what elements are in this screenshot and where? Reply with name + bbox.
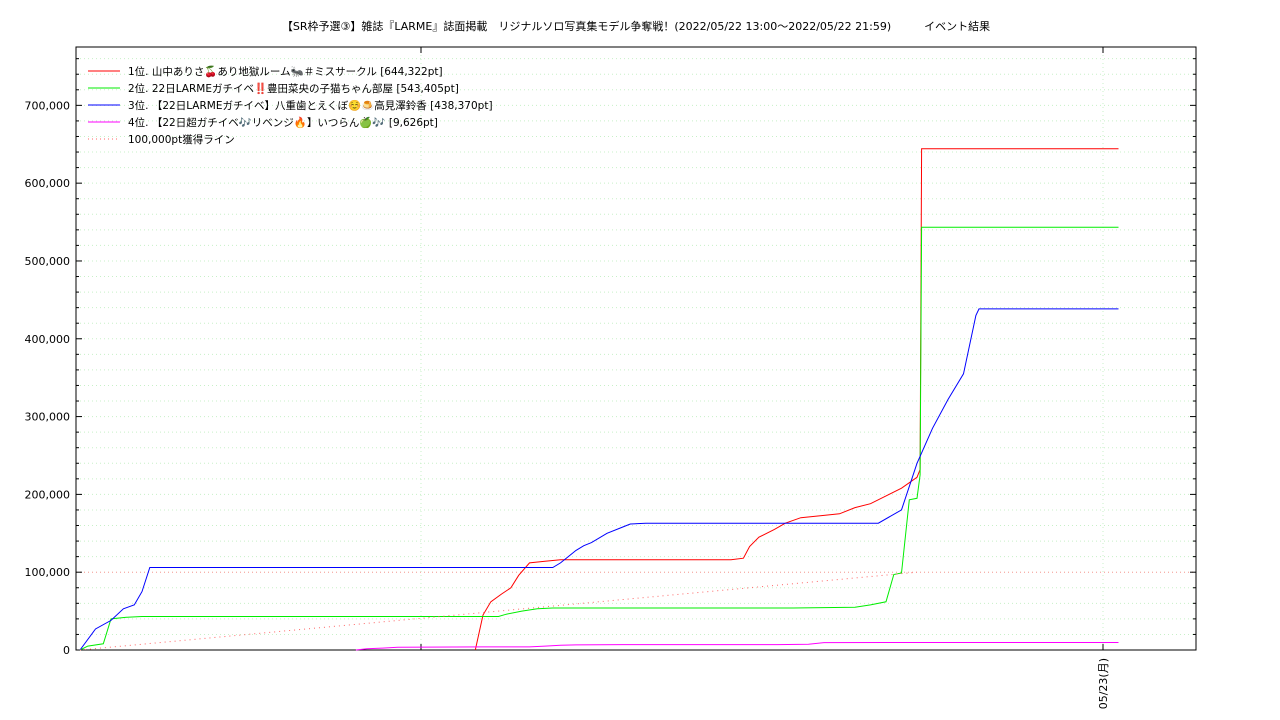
legend-label-4: 4位. 【22日超ガチイベ🎶リベンジ🔥】いつらん🍏🎶 [9,626pt] [128, 116, 438, 129]
y-tick-label: 500,000 [25, 255, 71, 268]
y-tick-label: 300,000 [25, 411, 71, 424]
legend-label-2: 2位. 22日LARMEガチイベ‼️豊田菜央の子猫ちゃん部屋 [543,405p… [128, 82, 459, 95]
legend: 1位. 山中ありさ🍒あり地獄ルーム🐜＃ミスサークル [644,322pt] 2位.… [88, 65, 493, 146]
y-tick-label: 600,000 [25, 177, 71, 190]
series-line-4 [355, 642, 1119, 651]
chart-svg: 【SR枠予選③】雑誌『LARME』誌面掲載 リジナルソロ写真集モデル争奪戦！(2… [25, 19, 1197, 709]
y-tick-label: 100,000 [25, 566, 71, 579]
series-lines [79, 148, 1119, 651]
y-tick-label: 0 [63, 644, 70, 657]
series-line-1 [474, 148, 1119, 651]
legend-label-3: 3位. 【22日LARMEガチイベ】八重歯とえくぼ☺️🍮高見澤鈴香 [438,3… [128, 99, 493, 112]
chart-title: 【SR枠予選③】雑誌『LARME』誌面掲載 リジナルソロ写真集モデル争奪戦！(2… [282, 19, 990, 33]
axis-ticks: 0 100,000 200,000 300,000 400,000 500,000 600,… [25, 47, 1196, 709]
series-line-5 [79, 571, 918, 651]
legend-label-1: 1位. 山中ありさ🍒あり地獄ルーム🐜＃ミスサークル [644,322pt] [128, 65, 443, 78]
x-tick-label: 05/23(月) [1097, 658, 1110, 709]
y-tick-label: 200,000 [25, 488, 71, 501]
y-tick-label: 400,000 [25, 333, 71, 346]
series-line-2 [79, 226, 1119, 651]
series-line-3 [79, 308, 1119, 651]
legend-label-5: 100,000pt獲得ライン [128, 133, 235, 146]
y-tick-label: 700,000 [25, 99, 71, 112]
